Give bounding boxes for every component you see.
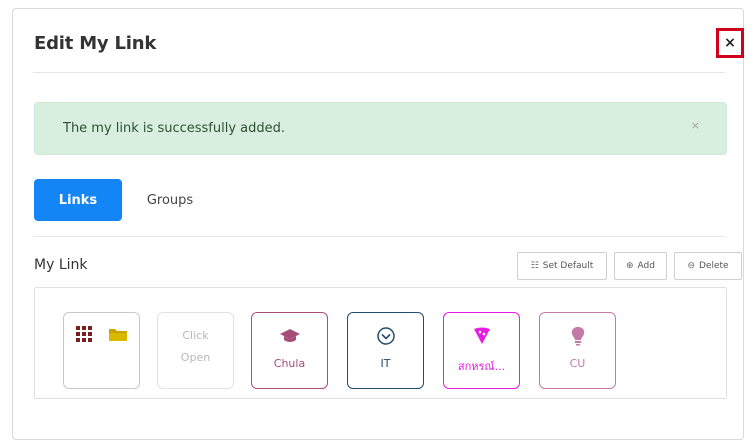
links-panel: Click Open Chula IT สกหรณ์... CU xyxy=(34,287,727,399)
minus-circle-icon: ⊖ xyxy=(687,261,695,271)
tabs-divider xyxy=(33,236,725,237)
click-open-placeholder[interactable]: Click Open xyxy=(157,312,234,389)
tab-links[interactable]: Links xyxy=(34,179,122,221)
add-button[interactable]: ⊕ Add xyxy=(614,252,667,280)
chevron-circle-down-icon xyxy=(376,325,395,347)
link-label: Chula xyxy=(273,357,306,370)
folder-icon[interactable] xyxy=(109,328,127,341)
placeholder-line2: Open xyxy=(180,351,211,364)
link-label: สกหรณ์... xyxy=(457,360,506,373)
graduation-cap-icon xyxy=(279,325,300,347)
delete-label: Delete xyxy=(698,261,729,271)
section-title: My Link xyxy=(34,257,88,273)
header-divider xyxy=(33,72,725,73)
list-icon: ☷ xyxy=(530,261,539,271)
delete-button[interactable]: ⊖ Delete xyxy=(674,252,742,280)
close-button[interactable]: × xyxy=(716,28,744,58)
alert-message: The my link is successfully added. xyxy=(63,121,286,136)
grid-icon[interactable] xyxy=(76,326,92,342)
plus-circle-icon: ⊕ xyxy=(626,261,634,271)
tab-groups[interactable]: Groups xyxy=(135,179,205,221)
add-label: Add xyxy=(637,261,655,271)
lightbulb-icon xyxy=(570,325,586,347)
link-card-thai[interactable]: สกหรณ์... xyxy=(443,312,520,389)
set-default-button[interactable]: ☷ Set Default xyxy=(517,252,607,280)
edit-my-link-modal: Edit My Link × The my link is successful… xyxy=(12,8,744,440)
link-card-chula[interactable]: Chula xyxy=(251,312,328,389)
modal-title: Edit My Link xyxy=(34,33,157,54)
set-default-label: Set Default xyxy=(542,261,594,271)
link-toolbox-card[interactable] xyxy=(63,312,140,389)
pizza-slice-icon xyxy=(473,325,491,347)
placeholder-line1: Click xyxy=(182,329,209,342)
link-card-it[interactable]: IT xyxy=(347,312,424,389)
alert-close-button[interactable]: × xyxy=(691,119,700,132)
link-label: CU xyxy=(569,357,586,370)
link-label: IT xyxy=(380,357,391,370)
success-alert: The my link is successfully added. × xyxy=(34,102,727,155)
link-card-cu[interactable]: CU xyxy=(539,312,616,389)
